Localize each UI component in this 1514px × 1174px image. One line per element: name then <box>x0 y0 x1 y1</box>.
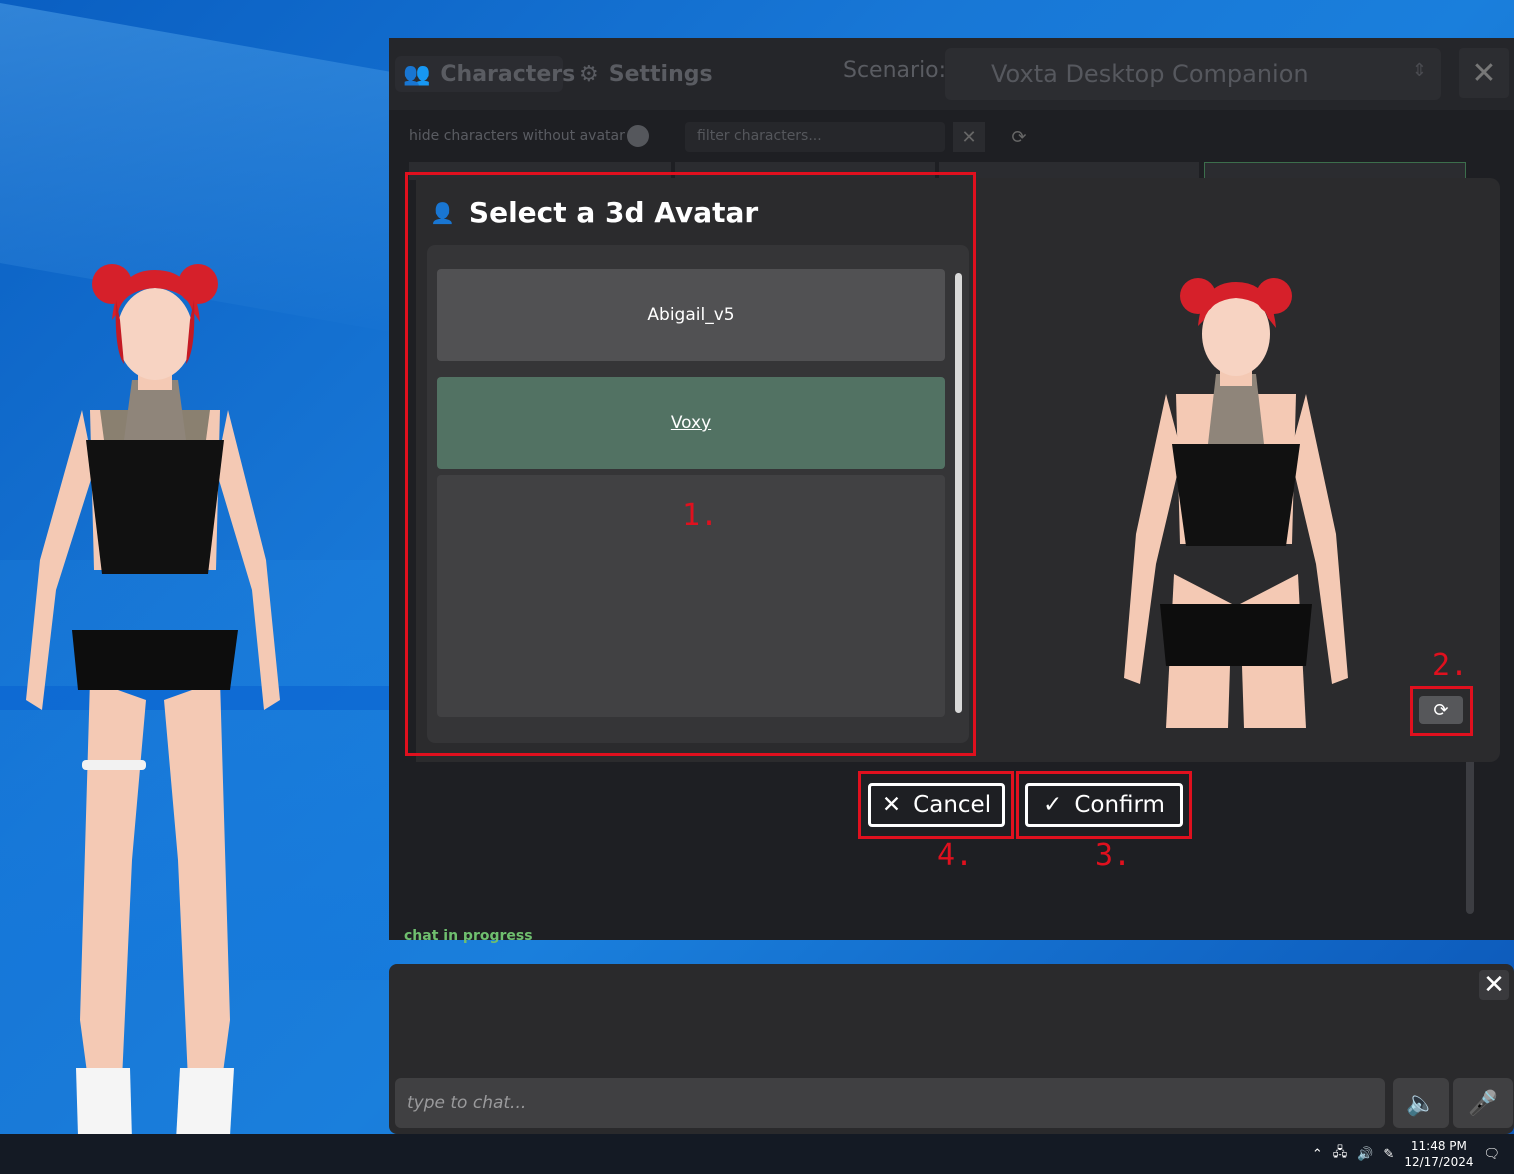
avatar-preview-figure[interactable] <box>1116 274 1356 728</box>
window-close-button[interactable]: ✕ <box>1459 48 1509 98</box>
close-icon: ✕ <box>1471 55 1497 91</box>
taskbar: ⌃ 🖧 🔊 ✎ 11:48 PM 12/17/2024 🗨 <box>0 1134 1514 1174</box>
tab-characters-label: Characters <box>440 61 576 87</box>
network-icon[interactable]: 🖧 <box>1333 1143 1348 1165</box>
scenario-label: Scenario: <box>843 58 947 83</box>
scenario-select[interactable]: Voxta Desktop Companion ⇕ <box>945 48 1441 100</box>
chat-input[interactable]: type to chat... <box>395 1078 1385 1128</box>
tab-settings-label: Settings <box>608 61 713 87</box>
speaker-button[interactable]: 🔈 <box>1393 1078 1449 1128</box>
close-icon: ✕ <box>961 126 977 148</box>
chevron-updown-icon: ⇕ <box>1411 60 1427 81</box>
refresh-icon: ⟳ <box>1011 126 1027 148</box>
gear-icon: ⚙ <box>579 61 599 87</box>
hide-characters-toggle[interactable] <box>627 125 649 147</box>
microphone-button[interactable]: 🎤 <box>1453 1078 1513 1128</box>
clock-time: 11:48 PM <box>1410 1139 1467 1153</box>
clock[interactable]: 11:48 PM 12/17/2024 <box>1404 1138 1473 1170</box>
hide-toggle-label: hide characters without avatar <box>409 128 625 144</box>
annotation-label-3: 3. <box>1095 838 1132 873</box>
volume-icon[interactable]: 🔊 <box>1357 1147 1373 1162</box>
annotation-label-4: 4. <box>937 838 974 873</box>
filter-characters-input[interactable]: filter characters... <box>685 122 945 152</box>
chat-close-button[interactable]: ✕ <box>1479 970 1509 1000</box>
annotation-box-1 <box>405 172 976 756</box>
title-bar: 👥 Characters ⚙ Settings Scenario: Voxta … <box>389 38 1514 110</box>
tab-settings[interactable]: ⚙ Settings <box>579 56 713 92</box>
annotation-label-1: 1. <box>682 498 719 533</box>
main-scrollbar[interactable] <box>1466 758 1474 914</box>
tab-characters[interactable]: 👥 Characters <box>395 56 575 92</box>
filter-refresh-button[interactable]: ⟳ <box>1005 122 1033 152</box>
chat-status: chat in progress <box>404 928 533 944</box>
close-icon: ✕ <box>1483 970 1505 1000</box>
filter-bar: hide characters without avatar filter ch… <box>401 122 1501 156</box>
chevron-up-icon[interactable]: ⌃ <box>1312 1147 1323 1162</box>
microphone-icon: 🎤 <box>1468 1089 1498 1117</box>
avatar-preview: ⟳ <box>976 178 1500 762</box>
filter-clear-button[interactable]: ✕ <box>953 122 985 152</box>
notification-icon[interactable]: 🗨 <box>1483 1147 1500 1162</box>
annotation-box-3 <box>1016 771 1192 839</box>
pen-icon[interactable]: ✎ <box>1383 1147 1394 1162</box>
people-icon: 👥 <box>403 61 431 87</box>
annotation-box-4 <box>858 771 1014 839</box>
desktop-3d-avatar[interactable] <box>20 260 290 1140</box>
system-tray: ⌃ 🖧 🔊 ✎ 11:48 PM 12/17/2024 🗨 <box>1312 1134 1500 1174</box>
clock-date: 12/17/2024 <box>1404 1155 1474 1169</box>
speaker-icon: 🔈 <box>1406 1089 1436 1117</box>
chat-panel: ✕ type to chat... 🔈 🎤 <box>389 964 1514 1134</box>
scenario-value: Voxta Desktop Companion <box>991 60 1309 88</box>
annotation-box-2 <box>1410 686 1473 736</box>
annotation-label-2: 2. <box>1432 648 1469 683</box>
